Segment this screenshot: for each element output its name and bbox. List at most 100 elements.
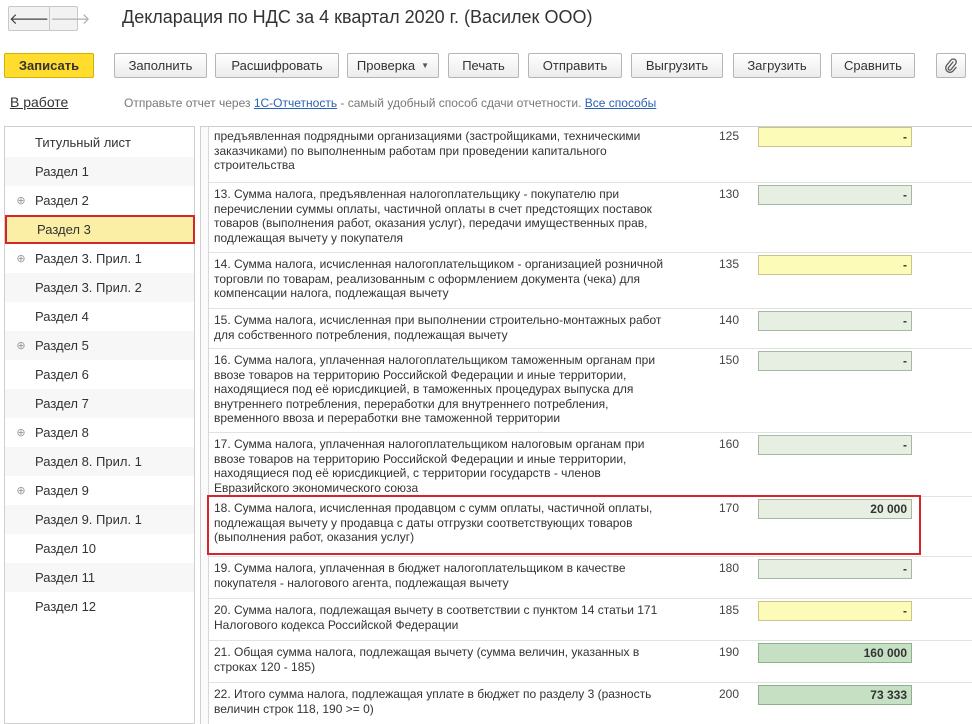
attach-button[interactable] xyxy=(936,53,966,78)
hint-text-after: - самый удобный способ сдачи отчетности. xyxy=(337,96,585,110)
sidebar-item[interactable]: Раздел 3 xyxy=(5,215,195,244)
status-link[interactable]: В работе xyxy=(10,94,68,110)
row-value-field[interactable]: - xyxy=(758,255,912,275)
sidebar-item[interactable]: ⊕ Раздел 5 xyxy=(5,331,194,360)
fill-button[interactable]: Заполнить xyxy=(114,53,207,78)
sidebar-item-label: Раздел 10 xyxy=(35,541,97,556)
caret-down-icon: ▼ xyxy=(421,61,430,70)
sidebar-item-label: Раздел 1 xyxy=(35,164,89,179)
save-button[interactable]: Записать xyxy=(4,53,94,78)
row-value-field[interactable]: 73 333 xyxy=(758,685,912,705)
row-value-field[interactable]: - xyxy=(758,127,912,147)
row-description: предъявленная подрядными организациями (… xyxy=(214,129,641,172)
paperclip-icon xyxy=(945,57,957,73)
expand-icon[interactable]: ⊕ xyxy=(15,194,27,207)
sidebar-item-label: Раздел 3. Прил. 1 xyxy=(35,251,142,266)
sidebar-item[interactable]: Раздел 11 xyxy=(5,563,194,592)
back-button[interactable]: 🡐 xyxy=(9,7,49,30)
sidebar-item-label: Раздел 8. Прил. 1 xyxy=(35,454,142,469)
sidebar-item-label: Раздел 5 xyxy=(35,338,89,353)
report-row-190: 21. Общая сумма налога, подлежащая вычет… xyxy=(209,641,972,683)
row-description: 13. Сумма налога, предъявленная налогопл… xyxy=(214,187,652,245)
expand-icon[interactable]: ⊕ xyxy=(15,426,27,439)
report-row-125: предъявленная подрядными организациями (… xyxy=(209,127,972,183)
toolbar: Записать Заполнить Расшифровать Проверка… xyxy=(0,50,972,80)
export-button[interactable]: Выгрузить xyxy=(631,53,723,78)
report-row-200: 22. Итого сумма налога, подлежащая уплат… xyxy=(209,683,972,724)
row-value-field[interactable]: - xyxy=(758,559,912,579)
sidebar-item[interactable]: Раздел 6 xyxy=(5,360,194,389)
row-code: 185 xyxy=(719,603,740,617)
sidebar-item-label: Раздел 6 xyxy=(35,367,89,382)
sidebar-item[interactable]: Раздел 8. Прил. 1 xyxy=(5,447,194,476)
arrow-right-icon: 🡒 xyxy=(50,11,91,28)
sidebar-item-label: Раздел 7 xyxy=(35,396,89,411)
expand-icon[interactable]: ⊕ xyxy=(15,484,27,497)
sidebar-item[interactable]: Раздел 12 xyxy=(5,592,194,621)
expand-icon[interactable]: ⊕ xyxy=(15,252,27,265)
sidebar-item[interactable]: Раздел 7 xyxy=(5,389,194,418)
report-row-135: 14. Сумма налога, исчисленная налогоплат… xyxy=(209,253,972,309)
compare-button[interactable]: Сравнить xyxy=(831,53,915,78)
row-description: 15. Сумма налога, исчисленная при выполн… xyxy=(214,313,662,342)
check-button-label: Проверка xyxy=(356,58,416,73)
row-code: 130 xyxy=(719,187,740,201)
status-line: В работе Отправьте отчет через 1С-Отчетн… xyxy=(0,92,972,114)
report-row-160: 17. Сумма налога, уплаченная налогоплате… xyxy=(209,433,972,497)
sending-hint: Отправьте отчет через 1С-Отчетность - са… xyxy=(124,96,656,110)
row-description: 16. Сумма налога, уплаченная налогоплате… xyxy=(214,353,656,425)
report-content: предъявленная подрядными организациями (… xyxy=(200,126,972,724)
sidebar-item[interactable]: Раздел 10 xyxy=(5,534,194,563)
sections-sidebar: Титульный лист Раздел 1 ⊕ Раздел 2 Раздел 3 ⊕… xyxy=(4,126,195,724)
sidebar-item[interactable]: Раздел 9. Прил. 1 xyxy=(5,505,194,534)
sidebar-item[interactable]: ⊕ Раздел 8 xyxy=(5,418,194,447)
decode-button[interactable]: Расшифровать xyxy=(215,53,339,78)
print-button[interactable]: Печать xyxy=(448,53,519,78)
sidebar-item[interactable]: ⊕ Раздел 2 xyxy=(5,186,194,215)
sidebar-item-label: Титульный лист xyxy=(35,135,132,150)
sidebar-item[interactable]: ⊕ Раздел 3. Прил. 1 xyxy=(5,244,194,273)
arrow-left-icon: 🡐 xyxy=(9,11,50,28)
send-button[interactable]: Отправить xyxy=(528,53,622,78)
sidebar-item[interactable]: Раздел 1 xyxy=(5,157,194,186)
sidebar-item-label: Раздел 12 xyxy=(35,599,97,614)
1c-reporting-link[interactable]: 1С-Отчетность xyxy=(254,96,337,110)
content-left-gutter xyxy=(201,127,209,724)
row-code: 140 xyxy=(719,313,740,327)
sidebar-item-label: Раздел 3. Прил. 2 xyxy=(35,280,142,295)
hint-text-before: Отправьте отчет через xyxy=(124,96,254,110)
forward-button[interactable]: 🡒 xyxy=(49,7,90,30)
row-code: 125 xyxy=(719,129,740,143)
report-row-140: 15. Сумма налога, исчисленная при выполн… xyxy=(209,309,972,349)
sidebar-item-label: Раздел 8 xyxy=(35,425,89,440)
check-dropdown-button[interactable]: Проверка ▼ xyxy=(347,53,439,78)
sidebar-item-label: Раздел 3 xyxy=(37,222,91,237)
row-description: 21. Общая сумма налога, подлежащая вычет… xyxy=(214,645,640,674)
sidebar-item[interactable]: Раздел 4 xyxy=(5,302,194,331)
row-value-field[interactable]: - xyxy=(758,185,912,205)
row-code: 135 xyxy=(719,257,740,271)
row-value-field[interactable]: - xyxy=(758,435,912,455)
row-170-highlight xyxy=(207,495,921,555)
row-value-field[interactable]: - xyxy=(758,311,912,331)
row-code: 200 xyxy=(719,687,740,701)
row-value-field[interactable]: - xyxy=(758,351,912,371)
import-button[interactable]: Загрузить xyxy=(733,53,821,78)
sidebar-item[interactable]: Раздел 3. Прил. 2 xyxy=(5,273,194,302)
sidebar-item[interactable]: ⊕ Раздел 9 xyxy=(5,476,194,505)
report-row-150: 16. Сумма налога, уплаченная налогоплате… xyxy=(209,349,972,433)
report-row-185: 20. Сумма налога, подлежащая вычету в со… xyxy=(209,599,972,641)
sidebar-item-label: Раздел 9 xyxy=(35,483,89,498)
row-description: 20. Сумма налога, подлежащая вычету в со… xyxy=(214,603,658,632)
sidebar-item-label: Раздел 9. Прил. 1 xyxy=(35,512,142,527)
row-description: 17. Сумма налога, уплаченная налогоплате… xyxy=(214,437,645,495)
row-description: 14. Сумма налога, исчисленная налогоплат… xyxy=(214,257,664,300)
row-value-field[interactable]: 160 000 xyxy=(758,643,912,663)
row-value-field[interactable]: - xyxy=(758,601,912,621)
report-row-130: 13. Сумма налога, предъявленная налогопл… xyxy=(209,183,972,253)
sidebar-item[interactable]: Титульный лист xyxy=(5,128,194,157)
sidebar-item-label: Раздел 4 xyxy=(35,309,89,324)
title-bar: 🡐 🡒 Декларация по НДС за 4 квартал 2020 … xyxy=(0,0,972,38)
all-methods-link[interactable]: Все способы xyxy=(585,96,657,110)
expand-icon[interactable]: ⊕ xyxy=(15,339,27,352)
